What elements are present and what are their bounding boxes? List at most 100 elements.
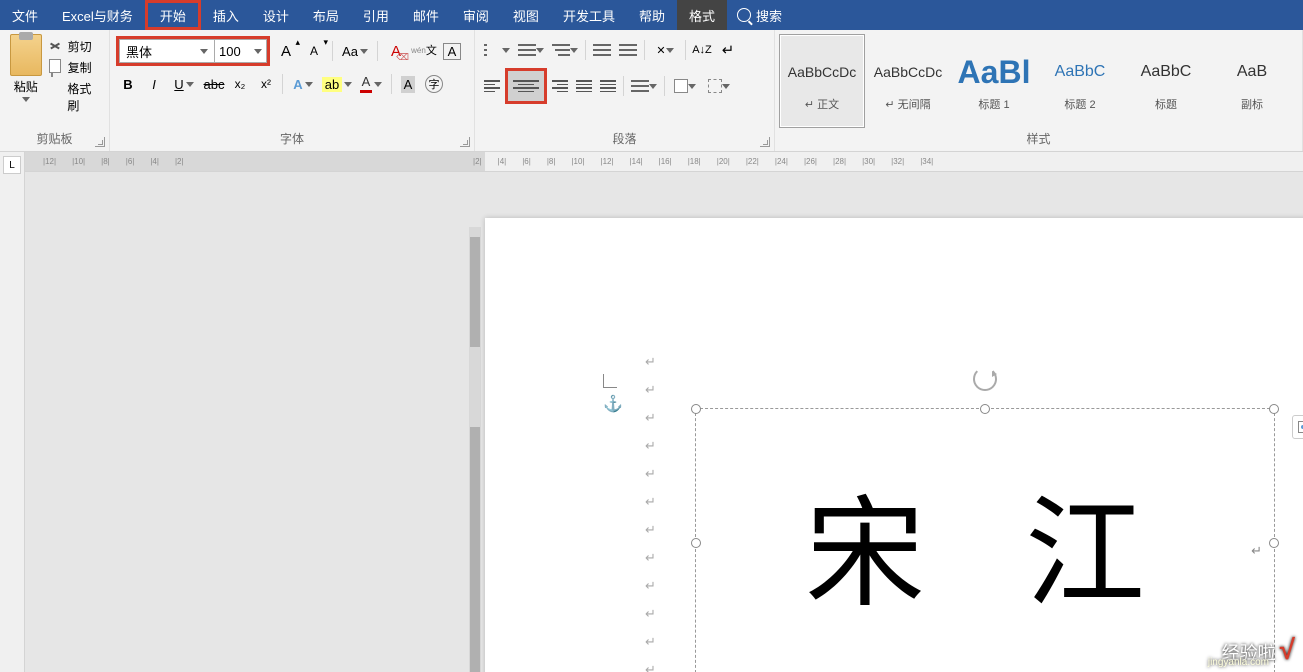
tab-selector[interactable]: L [3,156,21,174]
strikethrough-button[interactable]: abc [202,72,226,96]
cut-button[interactable]: 剪切 [48,38,103,55]
menu-help[interactable]: 帮助 [627,0,677,30]
ribbon: 粘贴 剪切 复制 格式刷 剪贴板 黑体 100 A▴ A▾ Aa [0,30,1303,152]
paragraph-marks: ↵↵↵↵↵↵↵↵↵↵↵↵↵↵↵↵↵↵ [645,348,656,672]
menu-developer[interactable]: 开发工具 [551,0,627,30]
align-left-button[interactable] [481,75,503,97]
multilevel-list-button[interactable] [549,38,581,62]
menu-excel-finance[interactable]: Excel与财务 [50,0,145,30]
watermark-url: jingyanla.com [1208,657,1269,668]
text-box[interactable]: 宋江 ↵ [695,408,1275,672]
resize-handle[interactable] [980,404,990,414]
menu-view[interactable]: 视图 [501,0,551,30]
distribute-button[interactable] [597,75,619,97]
phonetic-guide-button[interactable]: wén文 [412,39,436,63]
sort-button[interactable]: A↓Z [690,38,714,62]
format-painter-button[interactable]: 格式刷 [48,80,103,114]
grow-font-button[interactable]: A▴ [274,39,298,63]
enclose-char-button[interactable]: 字 [422,72,446,96]
decrease-indent-icon [593,43,611,57]
copy-icon [48,60,64,76]
chevron-down-icon [722,84,730,89]
copy-button[interactable]: 复制 [48,59,103,76]
style-heading1[interactable]: AaBl标题 1 [951,34,1037,128]
search-icon [737,8,751,22]
subscript-button[interactable]: x₂ [228,72,252,96]
watermark: 经验啦 √ jingyanla.com [1222,634,1295,666]
char-border-button[interactable]: A [440,39,464,63]
font-color-button[interactable]: A [355,72,387,96]
paste-button[interactable]: 粘贴 [6,34,46,114]
font-name-dropdown[interactable]: 黑体 [119,39,215,63]
line-spacing-icon [631,79,649,93]
text-effects-button[interactable]: A [287,72,319,96]
increase-indent-icon [619,43,637,57]
bullets-button[interactable] [481,38,513,62]
justify-button[interactable] [573,75,595,97]
superscript-button[interactable]: x² [254,72,278,96]
clear-formatting-button[interactable]: A⌫ [384,39,408,63]
line-spacing-button[interactable] [628,74,660,98]
style-subtitle[interactable]: AaB副标 [1209,34,1295,128]
resize-handle[interactable] [691,538,701,548]
menu-review[interactable]: 审阅 [451,0,501,30]
layout-options-button[interactable] [1292,415,1303,439]
align-right-button[interactable] [549,75,571,97]
resize-handle[interactable] [1269,404,1279,414]
change-case-button[interactable]: Aa [339,39,371,63]
bold-button[interactable]: B [116,72,140,96]
menu-format[interactable]: 格式 [677,0,727,30]
align-center-highlight [505,68,547,104]
para-mark-icon: ↵ [1251,543,1262,559]
chevron-down-icon [22,97,30,102]
borders-icon [708,79,722,93]
menu-insert[interactable]: 插入 [201,0,251,30]
shading-button[interactable] [669,74,701,98]
dialog-launcher-icon[interactable] [95,137,105,147]
crop-mark-icon [603,374,617,388]
dialog-launcher-icon[interactable] [460,137,470,147]
menu-home[interactable]: 开始 [145,0,201,30]
menu-design[interactable]: 设计 [251,0,301,30]
increase-indent-button[interactable] [616,38,640,62]
font-name-value: 黑体 [126,42,152,61]
menu-layout[interactable]: 布局 [301,0,351,30]
resize-handle[interactable] [1269,538,1279,548]
chevron-down-icon [305,82,313,87]
cut-icon [48,39,64,55]
chevron-down-icon [374,82,382,87]
style-heading2[interactable]: AaBbC标题 2 [1037,34,1123,128]
style-no-spacing[interactable]: AaBbCcDc↵ 无间隔 [865,34,951,128]
underline-button[interactable]: U [168,72,200,96]
numbering-button[interactable] [515,38,547,62]
resize-handle[interactable] [691,404,701,414]
font-selector-highlight: 黑体 100 [116,36,270,66]
show-hide-button[interactable]: ↵ [716,38,740,62]
font-size-dropdown[interactable]: 100 [215,39,267,63]
decrease-indent-button[interactable] [590,38,614,62]
menu-references[interactable]: 引用 [351,0,401,30]
clipboard-group-label: 剪贴板 [0,128,109,149]
text-content[interactable]: 宋江 [696,409,1274,672]
search-box[interactable]: 搜索 [727,0,792,30]
menu-file[interactable]: 文件 [0,0,50,30]
align-center-button[interactable] [510,73,542,99]
page[interactable]: ⚓ ↵↵↵↵↵↵↵↵↵↵↵↵↵↵↵↵↵↵ 宋江 ↵ [485,218,1303,672]
dialog-launcher-icon[interactable] [760,137,770,147]
rotate-handle-icon[interactable] [973,367,997,391]
borders-button[interactable] [703,74,735,98]
check-icon: √ [1280,634,1295,666]
highlight-button[interactable]: ab [321,72,353,96]
bullets-icon [484,43,502,57]
italic-button[interactable]: I [142,72,166,96]
char-shading-button[interactable]: A [396,72,420,96]
style-normal[interactable]: AaBbCcDc↵ 正文 [779,34,865,128]
font-size-value: 100 [219,44,241,59]
copy-label: 复制 [68,59,92,76]
asian-layout-button[interactable]: ✕ [649,38,681,62]
menu-mailings[interactable]: 邮件 [401,0,451,30]
brush-icon [48,89,64,105]
shrink-font-button[interactable]: A▾ [302,39,326,63]
style-title[interactable]: AaBbC标题 [1123,34,1209,128]
horizontal-ruler[interactable]: |12||10||8||6||4||2||2||4||6||8||10||12|… [25,152,1303,172]
